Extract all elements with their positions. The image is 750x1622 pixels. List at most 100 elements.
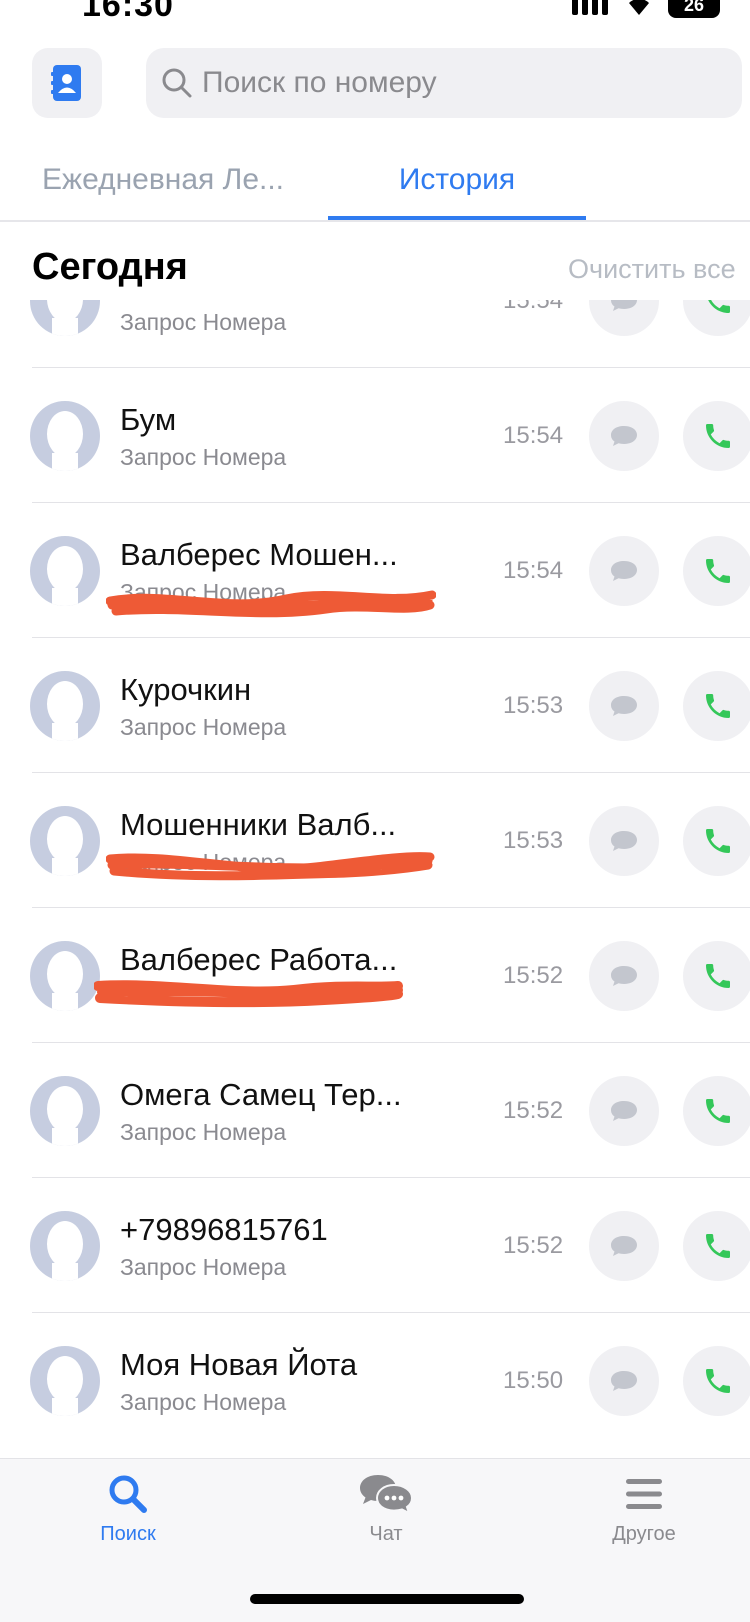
call-time: 15:53 (503, 692, 564, 719)
contact-name: Валберес Мошен... (120, 537, 398, 572)
avatar (30, 941, 100, 1011)
call-subtitle: Запрос Номера (120, 1119, 287, 1145)
message-button[interactable] (589, 1076, 659, 1146)
search-input[interactable] (202, 66, 702, 100)
call-subtitle: Запрос Номера (120, 1389, 287, 1415)
call-row[interactable]: +79896815761 Запрос Номера 15:52 (0, 1178, 750, 1313)
call-history-list: Запрос Номера 15:54 Бум Запрос Номера 15… (0, 300, 750, 1458)
person-silhouette-icon (47, 1086, 83, 1146)
call-subtitle: Запрос Номера (120, 444, 287, 470)
phone-icon (706, 1234, 730, 1258)
message-bubble-icon (611, 426, 637, 446)
call-button[interactable] (683, 1211, 750, 1281)
contact-name: Моя Новая Йота (120, 1347, 358, 1382)
contacts-button[interactable] (32, 48, 102, 118)
call-time: 15:53 (503, 827, 564, 854)
signal-icon (572, 0, 610, 15)
active-tab-indicator (328, 216, 586, 220)
contact-name: Курочкин (120, 672, 252, 707)
wifi-icon (629, 0, 649, 15)
message-button[interactable] (589, 1346, 659, 1416)
call-row[interactable]: Мошенники Валб... Запрос Номера 15:53 (0, 773, 750, 908)
contact-name: Валберес Работа... (120, 942, 398, 977)
message-button[interactable] (589, 671, 659, 741)
call-time: 15:52 (503, 1232, 564, 1259)
call-row[interactable]: Моя Новая Йота Запрос Номера 15:50 (0, 1313, 750, 1448)
status-bar: 16:30 26 (0, 0, 750, 26)
phone-icon (706, 424, 730, 448)
menu-icon (626, 1479, 662, 1509)
message-bubble-icon (611, 1236, 637, 1256)
contact-name: +79896815761 (120, 1212, 328, 1247)
avatar (30, 1346, 100, 1416)
avatar (30, 300, 100, 336)
person-silhouette-icon (47, 816, 83, 876)
chat-bubbles-icon (360, 1475, 414, 1515)
call-time: 15:54 (503, 422, 564, 449)
avatar (30, 806, 100, 876)
avatar (30, 1076, 100, 1146)
call-row[interactable]: Запрос Номера 15:54 (0, 300, 750, 368)
message-bubble-icon (611, 561, 637, 581)
search-bar[interactable] (146, 48, 742, 118)
call-button[interactable] (683, 941, 750, 1011)
message-button[interactable] (589, 941, 659, 1011)
message-button[interactable] (589, 300, 659, 336)
call-subtitle: Запрос Номера (120, 1254, 287, 1280)
call-button[interactable] (683, 806, 750, 876)
home-indicator (250, 1594, 524, 1604)
contact-name: Мошенники Валб... (120, 807, 397, 842)
call-row[interactable]: Валберес Мошен... Запрос Номера 15:54 (0, 503, 750, 638)
battery-indicator: 26 (668, 0, 720, 18)
person-silhouette-icon (47, 951, 83, 1011)
message-bubble-icon (611, 1101, 637, 1121)
top-bar (0, 48, 750, 120)
call-button[interactable] (683, 1076, 750, 1146)
clear-all-button[interactable]: Очистить все (568, 254, 736, 285)
search-icon (109, 1475, 147, 1513)
message-button[interactable] (589, 536, 659, 606)
message-button[interactable] (589, 1211, 659, 1281)
contact-book-icon (51, 65, 81, 101)
nav-search-label: Поиск (100, 1523, 156, 1545)
person-silhouette-icon (47, 300, 83, 336)
tab-daily-feed[interactable]: Ежедневная Ле... (0, 140, 330, 220)
status-time: 16:30 (82, 0, 174, 24)
message-bubble-icon (611, 1371, 637, 1391)
avatar (30, 671, 100, 741)
message-bubble-icon (611, 300, 637, 311)
message-button[interactable] (589, 401, 659, 471)
call-button[interactable] (683, 536, 750, 606)
contact-name: Омега Самец Тер... (120, 1077, 402, 1112)
nav-search[interactable]: Поиск (48, 1473, 208, 1546)
section-title: Сегодня (32, 246, 188, 288)
person-silhouette-icon (47, 1356, 83, 1416)
tab-bar: Ежедневная Ле... История (0, 140, 750, 222)
call-time: 15:54 (503, 557, 564, 584)
call-time: 15:54 (503, 300, 564, 314)
call-row[interactable]: Курочкин Запрос Номера 15:53 (0, 638, 750, 773)
message-button[interactable] (589, 806, 659, 876)
call-button[interactable] (683, 671, 750, 741)
call-subtitle: Запрос Номера (120, 309, 287, 335)
phone-icon (706, 1369, 730, 1393)
tab-history[interactable]: История (328, 140, 586, 220)
person-silhouette-icon (47, 1221, 83, 1281)
message-bubble-icon (611, 696, 637, 716)
avatar (30, 1211, 100, 1281)
call-button[interactable] (683, 1346, 750, 1416)
avatar (30, 536, 100, 606)
call-row[interactable]: Бум Запрос Номера 15:54 (0, 368, 750, 503)
phone-icon (708, 300, 730, 313)
call-row[interactable]: Омега Самец Тер... Запрос Номера 15:52 (0, 1043, 750, 1178)
call-row[interactable]: Валберес Работа... 15:52 (0, 908, 750, 1043)
nav-chat-label: Чат (369, 1523, 403, 1545)
phone-icon (706, 964, 730, 988)
phone-icon (706, 1099, 730, 1123)
call-button[interactable] (683, 401, 750, 471)
person-silhouette-icon (47, 411, 83, 471)
call-button[interactable] (683, 300, 750, 336)
nav-other[interactable]: Другое (564, 1473, 724, 1546)
nav-chat[interactable]: Чат (306, 1473, 466, 1546)
status-icons: 26 (572, 0, 720, 18)
